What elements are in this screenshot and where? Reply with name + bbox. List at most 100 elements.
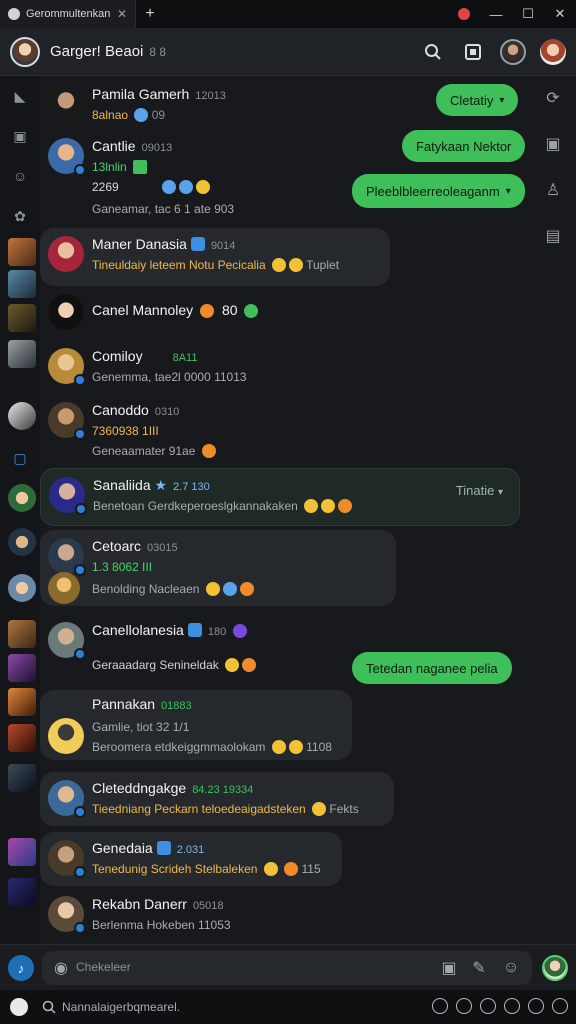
tray-icon[interactable] [552, 998, 568, 1014]
chat-row[interactable]: Pamila Gamerh 12013 8alnao 09 [40, 78, 330, 136]
refresh-icon[interactable]: ⟳ [543, 88, 563, 108]
window-icon[interactable] [460, 39, 486, 65]
chat-row[interactable]: Cantlie 09013 13lnlin 2269 Ganeamar, tac … [40, 130, 330, 220]
media-thumb[interactable] [8, 484, 36, 512]
chat-row[interactable]: Maner Danasia 9014 Tineuldaiy leteem Notu… [40, 228, 390, 286]
chevron-down-icon[interactable]: ▾ [506, 186, 511, 197]
tray-icon[interactable] [504, 998, 520, 1014]
chat-preview: Beroomera etdkeiggmmaolokam 1108 [92, 740, 332, 754]
avatar [48, 294, 84, 330]
chat-row[interactable]: Cetoarc 03015 1.3 8062 III Benolding Nacl… [40, 530, 396, 606]
media-thumb[interactable] [8, 270, 36, 298]
app-logo-icon[interactable] [10, 998, 28, 1016]
tray-icon[interactable] [528, 998, 544, 1014]
chat-preview: 1.3 8062 III [92, 560, 153, 574]
chat-row[interactable]: Genedaia 2.031 Tenedunig Scrideh Stelbale… [40, 832, 342, 886]
tray-icons [432, 998, 568, 1014]
chat-preview: Tineuldaiy leteem Notu Pecicalia Tuplet [92, 258, 340, 272]
chat-name: Cantlie 09013 [92, 138, 173, 154]
chat-name: Genedaia 2.031 [92, 840, 205, 856]
chat-row[interactable]: Canoddo 0310 7360938 1III Geneaamater 91a… [40, 394, 330, 470]
taskbar: Nannalaigerbqmearel. [0, 990, 576, 1024]
chat-name: Canellolanesia 180 [92, 622, 248, 638]
maximize-button[interactable]: ☐ [512, 6, 544, 22]
media-thumb[interactable] [8, 304, 36, 332]
avatar [48, 572, 80, 604]
media-thumb[interactable] [8, 238, 36, 266]
verified-badge [74, 648, 86, 660]
verified-badge [74, 806, 86, 818]
chat-preview: 13lnlin [92, 160, 148, 174]
search-icon[interactable] [420, 39, 446, 65]
tab-title: Gerommultenkan [26, 8, 111, 20]
media-thumb[interactable] [8, 340, 36, 368]
tray-icon[interactable] [456, 998, 472, 1014]
avatar [48, 236, 84, 272]
verified-badge [74, 866, 86, 878]
send-avatar-button[interactable] [542, 955, 568, 981]
message-bubble[interactable]: Tetedan naganee pelia [352, 652, 512, 684]
bubble-text: Cletatiy [450, 92, 494, 108]
new-tab-button[interactable]: + [136, 5, 164, 23]
attach-button[interactable]: ♪ [8, 955, 34, 981]
chat-row[interactable]: Sanaliida ★ 2.7 130 Benetoan Gerdkeperoes… [40, 468, 520, 526]
media-thumb[interactable] [8, 402, 36, 430]
message-bubble[interactable]: Fatykaan Nektor [402, 130, 526, 162]
chat-row[interactable]: Rekabn Danerr 05018 Berlenma Hokeben 1105… [40, 888, 330, 942]
message-bubble[interactable]: Pleeblbleerreoleaganm ▾ [352, 174, 525, 208]
chat-icon[interactable]: ▢ [10, 448, 30, 468]
avatar[interactable] [10, 36, 40, 67]
contact-avatar[interactable] [500, 38, 526, 65]
bubble-text: Pleeblbleerreoleaganm [366, 183, 500, 199]
camera-icon[interactable]: ✎ [470, 959, 488, 977]
close-tab-icon[interactable]: ✕ [117, 7, 127, 21]
chat-row[interactable]: Canel Mannoley 80 [40, 286, 330, 344]
message-input[interactable]: ◉ Chekeleer ▣ ✎ ☺ [42, 951, 532, 985]
emoji-icon[interactable]: ☺ [502, 959, 520, 977]
media-thumb[interactable] [8, 878, 36, 906]
message-bubble[interactable]: Cletatiy ▾ [436, 84, 519, 116]
chat-row[interactable]: Pannakan 01883 Gamlie, tiot 32 1/1 Beroom… [40, 690, 352, 760]
file-icon[interactable]: ▣ [440, 959, 458, 977]
chat-list: Cletatiy ▾ Fatykaan Nektor Pleeblbleerreo… [40, 76, 530, 944]
taskbar-search[interactable]: Nannalaigerbqmearel. [42, 995, 422, 1019]
media-thumb[interactable] [8, 620, 36, 648]
chat-row[interactable]: Cleteddngakge 84.23 19334 Tieedniang Peck… [40, 772, 394, 826]
chat-row[interactable]: Canellolanesia 180 Geraaadarg Senineldak [40, 614, 330, 674]
media-thumb[interactable] [8, 654, 36, 682]
minimize-button[interactable]: — [480, 7, 512, 22]
book-icon[interactable]: ▤ [543, 226, 563, 246]
chat-preview: Benetoan Gerdkeperoeslgkannakaken [93, 499, 353, 513]
media-thumb[interactable] [8, 764, 36, 792]
media-thumb[interactable] [8, 724, 36, 752]
sticker-icon[interactable]: ◉ [52, 959, 70, 977]
chat-preview: Genemma, tae2l 0000 11013 [92, 370, 247, 384]
window-icon[interactable]: ▣ [543, 134, 563, 154]
media-thumb[interactable] [8, 688, 36, 716]
verified-badge [74, 428, 86, 440]
record-icon[interactable] [458, 8, 470, 20]
verified-badge [74, 564, 86, 576]
emoji-icon[interactable]: ☺ [10, 166, 30, 186]
chat-header: Garger! Beaoi 8 8 [0, 28, 576, 76]
pin-icon[interactable]: ◣ [10, 86, 30, 106]
chat-preview: Geneaamater 91ae [92, 444, 216, 458]
profile-avatar[interactable] [540, 38, 566, 65]
settings-icon[interactable]: ✿ [10, 206, 30, 226]
chat-row[interactable]: Comiloy 8A11 Genemma, tae2l 0000 11013 [40, 340, 330, 398]
media-thumb[interactable] [8, 528, 36, 556]
image-icon[interactable]: ▣ [10, 126, 30, 146]
browser-tab[interactable]: Gerommultenkan ✕ [0, 0, 136, 28]
media-thumb[interactable] [8, 574, 36, 602]
status-tag[interactable]: Tinatie ▾ [456, 483, 503, 498]
chat-name: Rekabn Danerr 05018 [92, 896, 224, 912]
tray-icon[interactable] [432, 998, 448, 1014]
media-thumb[interactable] [8, 838, 36, 866]
verified-badge [74, 374, 86, 386]
chat-name: Pamila Gamerh 12013 [92, 86, 226, 102]
window-close-button[interactable]: ✕ [544, 6, 576, 22]
message-placeholder: Chekeleer [76, 960, 131, 974]
tray-icon[interactable] [480, 998, 496, 1014]
person-icon[interactable]: ♙ [543, 180, 563, 200]
chevron-down-icon[interactable]: ▾ [499, 95, 504, 106]
